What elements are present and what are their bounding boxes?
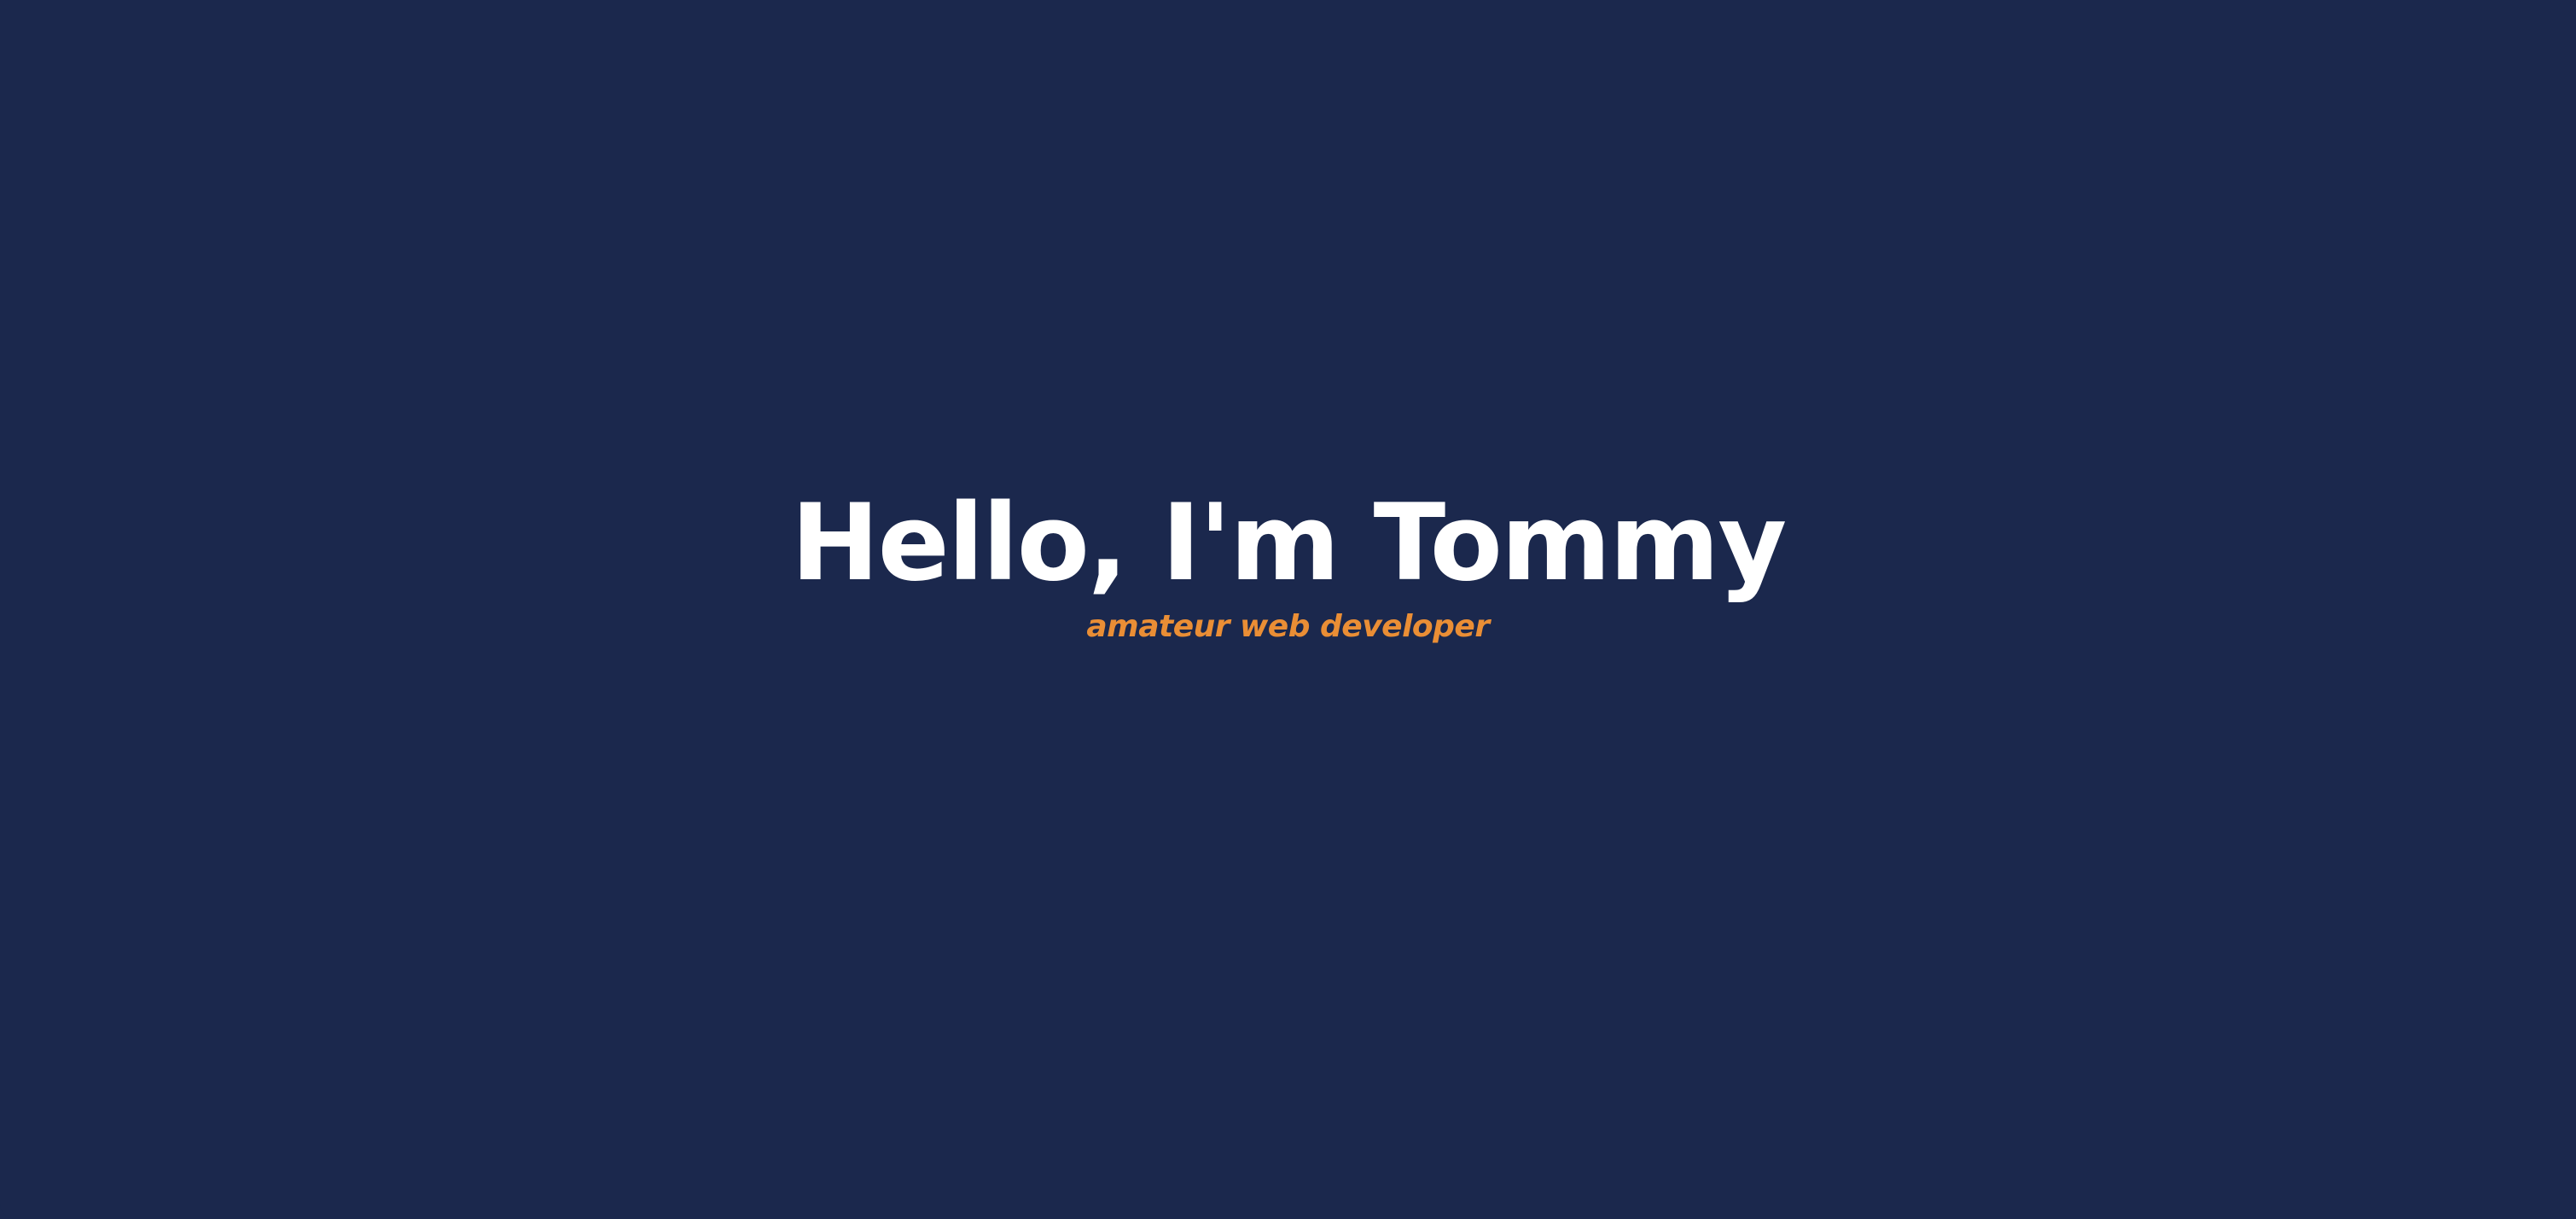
hero-title: Hello, I'm Tommy: [790, 482, 1787, 605]
landing-page: Hello, I'm Tommy amateur web developer: [0, 0, 2576, 1219]
hero-subtitle: amateur web developer: [1086, 608, 1490, 644]
hero-section: Hello, I'm Tommy amateur web developer: [0, 485, 2576, 645]
